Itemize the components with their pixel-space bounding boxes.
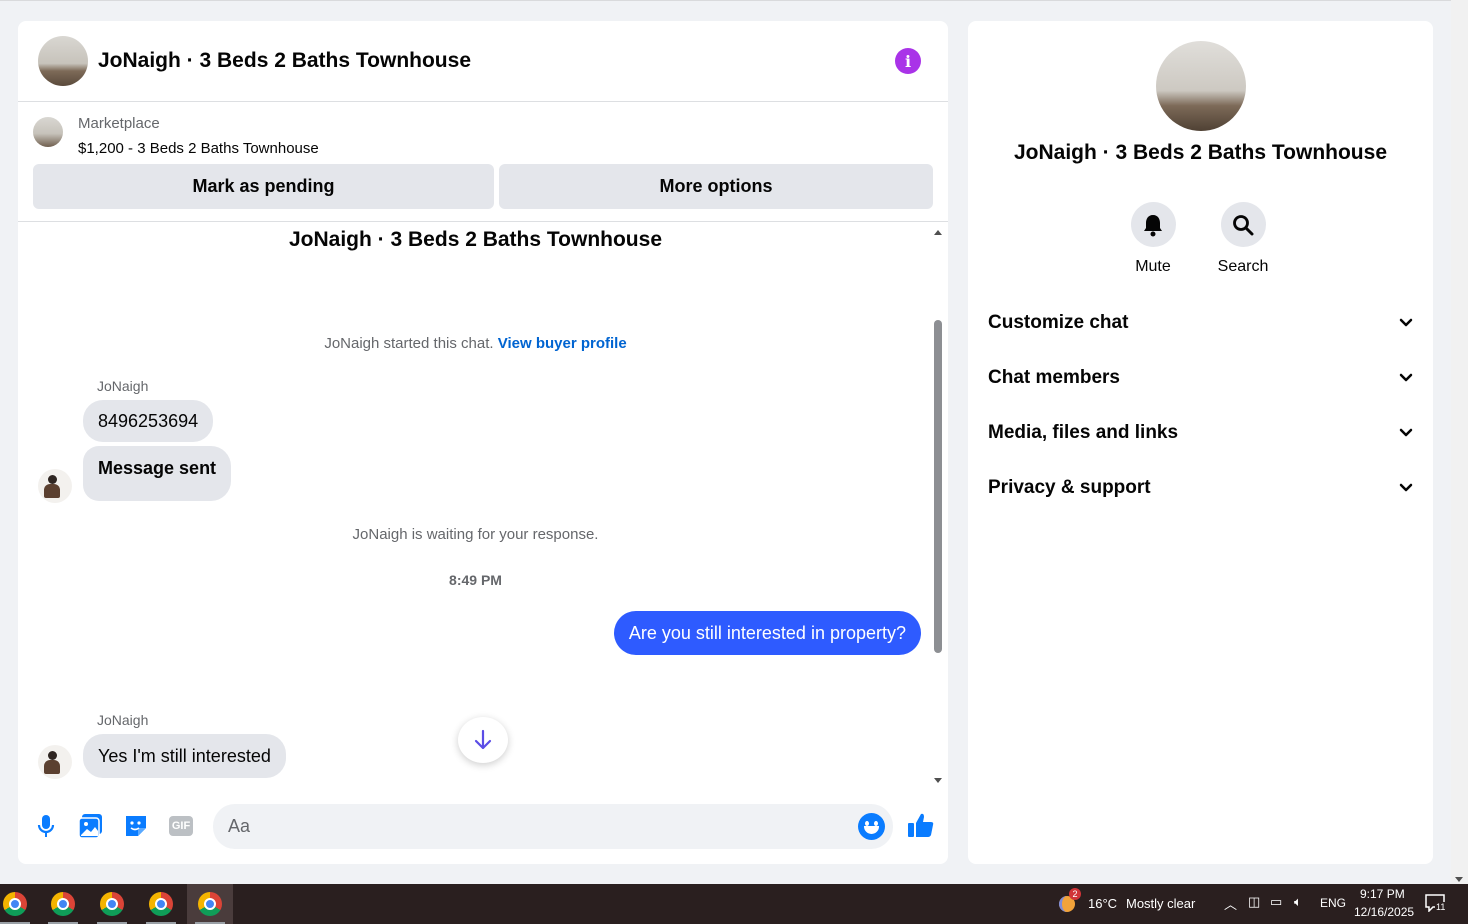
taskbar-chrome-app[interactable] — [0, 884, 38, 924]
clock-date[interactable]: 12/16/2025 — [1354, 905, 1414, 919]
language-indicator[interactable]: ENG — [1320, 896, 1346, 910]
meet-icon[interactable]: ◫ — [1248, 894, 1260, 910]
chrome-icon — [100, 892, 124, 916]
incoming-message[interactable]: Message sent — [83, 446, 232, 501]
taskbar-chrome-app[interactable] — [40, 884, 86, 924]
scroll-down-arrow-icon[interactable] — [1455, 877, 1463, 882]
message-scrollbar[interactable] — [933, 228, 943, 783]
section-label: Privacy & support — [988, 477, 1151, 498]
scroll-up-arrow-icon[interactable] — [934, 230, 942, 235]
section-label: Customize chat — [988, 312, 1129, 333]
scrollbar-thumb[interactable] — [934, 320, 942, 653]
listing-source: Marketplace — [78, 115, 160, 132]
notification-count: 11 — [1435, 902, 1447, 912]
weather-text[interactable]: Mostly clear — [1126, 896, 1195, 911]
chat-panel: JoNaigh · 3 Beds 2 Baths Townhouse i Mar… — [18, 21, 948, 864]
info-icon[interactable]: i — [895, 48, 921, 74]
listing-price-title[interactable]: $1,200 - 3 Beds 2 Baths Townhouse — [78, 140, 319, 157]
waiting-notice: JoNaigh is waiting for your response. — [352, 526, 599, 543]
message-sender: JoNaigh — [97, 378, 149, 394]
message-sender: JoNaigh — [97, 712, 149, 728]
scroll-to-bottom-button[interactable] — [458, 717, 508, 763]
weather-badge: 2 — [1069, 888, 1081, 900]
chat-members-section[interactable]: Chat members — [988, 358, 1413, 398]
message-input[interactable]: Aa — [213, 804, 893, 849]
microphone-icon[interactable] — [33, 813, 59, 839]
listing-actions: Mark as pending More options — [33, 164, 933, 209]
chevron-down-icon — [1399, 373, 1413, 382]
message-list: JoNaigh · 3 Beds 2 Baths Townhouse JoNai… — [18, 223, 948, 788]
chat-details-panel: JoNaigh · 3 Beds 2 Baths Townhouse Mute … — [968, 21, 1433, 864]
gif-label: GIF — [171, 820, 191, 832]
message-composer: GIF Aa — [18, 788, 948, 864]
chevron-down-icon — [1399, 428, 1413, 437]
gif-icon[interactable]: GIF — [168, 813, 194, 839]
details-avatar[interactable] — [1156, 41, 1246, 131]
view-buyer-profile-link[interactable]: View buyer profile — [498, 335, 627, 352]
chat-avatar[interactable] — [38, 36, 88, 86]
details-title: JoNaigh · 3 Beds 2 Baths Townhouse — [1014, 141, 1387, 164]
arrow-down-icon — [474, 729, 492, 750]
scroll-down-arrow-icon[interactable] — [934, 778, 942, 783]
temperature[interactable]: 16°C — [1088, 896, 1117, 911]
network-icon[interactable]: ▭ — [1270, 894, 1282, 910]
search-label: Search — [1217, 258, 1269, 275]
thumbs-up-icon[interactable] — [906, 810, 936, 840]
taskbar-chrome-app[interactable] — [138, 884, 184, 924]
chevron-down-icon — [1399, 318, 1413, 327]
message-timestamp: 8:49 PM — [449, 572, 502, 588]
incoming-message[interactable]: Yes I'm still interested — [83, 734, 286, 778]
taskbar-chrome-app[interactable] — [89, 884, 135, 924]
listing-thumbnail[interactable] — [33, 117, 63, 147]
chat-header: JoNaigh · 3 Beds 2 Baths Townhouse i — [18, 21, 948, 102]
search-button[interactable]: Search — [1198, 202, 1288, 276]
taskbar: 2 16°C Mostly clear ︿ ◫ ▭ 🔈︎ ENG 9:17 PM… — [0, 884, 1468, 924]
volume-icon[interactable]: 🔈︎ — [1294, 894, 1302, 910]
more-options-button[interactable]: More options — [499, 164, 933, 209]
section-label: Chat members — [988, 367, 1120, 388]
weather-icon[interactable]: 2 — [1057, 888, 1081, 914]
mute-label: Mute — [1135, 258, 1171, 275]
incoming-message[interactable]: 8496253694 — [83, 400, 214, 442]
customize-chat-section[interactable]: Customize chat — [988, 303, 1413, 343]
sender-avatar[interactable] — [38, 469, 72, 503]
chrome-icon — [149, 892, 173, 916]
message-input-placeholder: Aa — [228, 816, 251, 836]
top-divider — [0, 0, 1451, 1]
sender-avatar[interactable] — [38, 745, 72, 779]
outgoing-message[interactable]: Are you still interested in property? — [613, 611, 921, 655]
notification-icon[interactable]: 11 — [1425, 894, 1447, 914]
clock-time[interactable]: 9:17 PM — [1360, 887, 1405, 901]
chevron-down-icon — [1399, 483, 1413, 492]
taskbar-chrome-app-active[interactable] — [187, 884, 233, 924]
listing-card: Marketplace $1,200 - 3 Beds 2 Baths Town… — [18, 102, 948, 222]
photo-icon[interactable] — [78, 813, 104, 839]
chrome-icon — [51, 892, 75, 916]
search-icon[interactable] — [1220, 202, 1266, 247]
chrome-icon — [198, 892, 222, 916]
chevron-up-icon[interactable]: ︿ — [1224, 894, 1237, 913]
chrome-icon — [3, 892, 27, 916]
page-scrollbar[interactable] — [1451, 0, 1468, 884]
emoji-icon[interactable] — [858, 813, 885, 840]
sticker-icon[interactable] — [123, 813, 149, 839]
privacy-support-section[interactable]: Privacy & support — [988, 468, 1413, 508]
chat-started-notice: JoNaigh started this chat. View buyer pr… — [18, 335, 933, 352]
section-label: Media, files and links — [988, 422, 1179, 443]
chat-title[interactable]: JoNaigh · 3 Beds 2 Baths Townhouse — [98, 49, 471, 73]
conversation-title: JoNaigh · 3 Beds 2 Baths Townhouse — [289, 228, 662, 251]
bell-icon[interactable] — [1130, 202, 1176, 247]
mark-as-pending-button[interactable]: Mark as pending — [33, 164, 494, 209]
chat-started-text: JoNaigh started this chat. — [324, 335, 494, 352]
media-files-links-section[interactable]: Media, files and links — [988, 413, 1413, 453]
mute-button[interactable]: Mute — [1108, 202, 1198, 276]
